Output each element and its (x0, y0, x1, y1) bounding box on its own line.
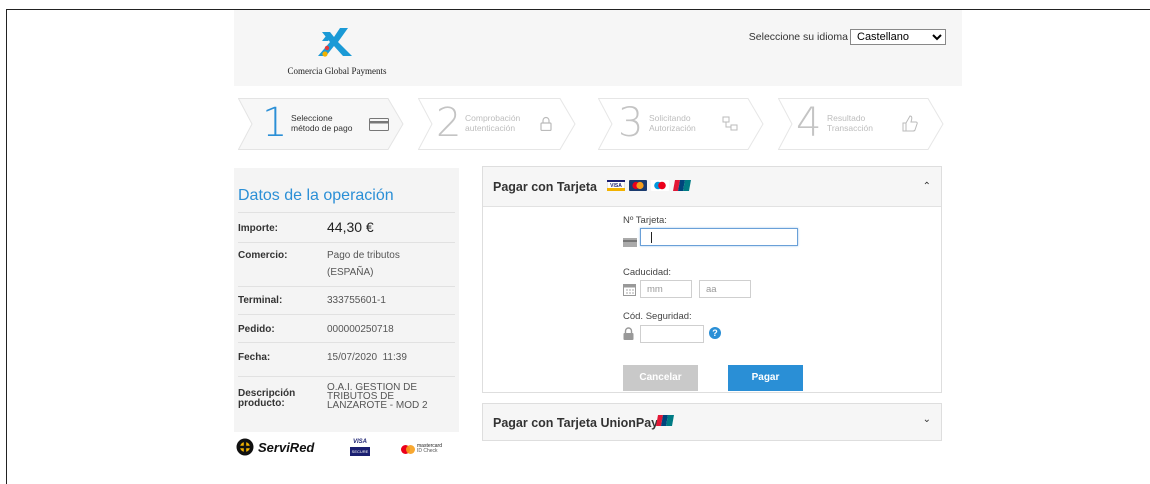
servired-icon (236, 438, 254, 456)
row-order: Pedido: 000000250718 (238, 314, 455, 342)
row-value: 000000250718 (327, 324, 394, 335)
operation-title: Datos de la operación (238, 187, 394, 204)
card-payment-title: Pagar con Tarjeta (493, 180, 597, 194)
unionpay-panel[interactable]: Pagar con Tarjeta UnionPay ⌄ (482, 403, 942, 441)
cancel-button[interactable]: Cancelar (623, 365, 698, 391)
step-label-line1: Solicitando (649, 113, 691, 123)
step-number: 1 (262, 100, 288, 146)
row-merchant: Comercio: Pago de tributos (ESPAÑA) (238, 242, 455, 286)
expiry-label: Caducidad: (623, 267, 672, 278)
step-number: 4 (796, 100, 822, 146)
step-label-line2: método de pago (291, 123, 353, 133)
step-3: 3 Solicitando Autorización (598, 98, 764, 150)
operation-details: Datos de la operación Importe: 44,30 € C… (234, 168, 459, 432)
card-icon (369, 118, 389, 131)
chevron-down-icon[interactable]: ⌄ (923, 414, 931, 425)
visa-secure-logo: VISA SECURE (350, 439, 370, 456)
mastercard-icon (401, 444, 415, 454)
step-number: 3 (618, 100, 644, 146)
row-value: 44,30 € (327, 219, 374, 235)
row-label: Terminal: (238, 295, 283, 306)
row-amount: Importe: 44,30 € (238, 212, 455, 242)
year-placeholder: aa (706, 284, 717, 295)
mastercard-card-icon (629, 180, 647, 191)
mastercard-idcheck-logo: mastercard ID Check (401, 444, 442, 454)
language-selector: Seleccione su idioma Castellano (749, 29, 946, 45)
expiry-year-input[interactable]: aa (699, 280, 751, 298)
expiry-month-input[interactable]: mm (640, 280, 692, 298)
servired-logo: ServiRed (236, 438, 314, 456)
step-number: 2 (436, 100, 462, 146)
language-label: Seleccione su idioma (748, 31, 848, 43)
row-label: Comercio: (238, 250, 288, 261)
chevron-up-icon[interactable]: ⌃ (923, 181, 931, 192)
card-small-icon (623, 238, 637, 247)
thumbs-up-icon (902, 115, 918, 132)
step-label-line1: Comprobación (465, 113, 521, 123)
row-value-line: LANZAROTE - MOD 2 (327, 400, 428, 411)
calendar-icon (623, 284, 636, 296)
security-brands: ServiRed VISA SECURE mastercard ID Check (236, 436, 461, 476)
header: Comercia Global Payments Seleccione su i… (234, 10, 962, 86)
cvv-input[interactable] (640, 325, 704, 343)
row-label: Fecha: (238, 352, 271, 363)
step-label-line2: Transacción (827, 123, 873, 133)
step-4: 4 Resultado Transacción (778, 98, 944, 150)
step-2: 2 Comprobación autenticación (418, 98, 576, 150)
unionpay-card-icon (673, 180, 691, 191)
row-label: Pedido: (238, 324, 275, 335)
step-label-line2: autenticación (465, 123, 516, 133)
network-icon (722, 116, 738, 131)
mastercard-sub: ID Check (417, 448, 438, 454)
visa-card-icon: VISA (607, 180, 625, 191)
card-number-label: Nº Tarjeta: (623, 215, 667, 226)
unionpay-card-icon (656, 415, 674, 426)
row-value-line: (ESPAÑA) (327, 267, 374, 278)
card-payment-panel: Pagar con Tarjeta VISA ⌃ Nº Tarjeta: Cad… (482, 166, 942, 393)
visa-text: VISA (352, 439, 367, 445)
row-terminal: Terminal: 333755601-1 (238, 286, 455, 314)
brand-caption: Comercia Global Payments (287, 66, 387, 76)
cvv-label: Cód. Seguridad: (623, 311, 692, 322)
row-label-line: producto: (238, 398, 285, 409)
maestro-card-icon (651, 180, 669, 191)
caixabank-logo: Comercia Global Payments (282, 24, 392, 82)
unionpay-title: Pagar con Tarjeta UnionPay (493, 416, 659, 430)
month-placeholder: mm (647, 284, 663, 295)
card-payment-header[interactable]: Pagar con Tarjeta VISA ⌃ (483, 167, 941, 207)
row-date: Fecha: 15/07/2020 11:39 (238, 342, 455, 376)
pay-button[interactable]: Pagar (728, 365, 803, 391)
language-select[interactable]: Castellano (850, 29, 946, 45)
accepted-cards: VISA (607, 180, 691, 191)
row-value-line: Pago de tributos (327, 250, 400, 261)
row-label: Importe: (238, 223, 278, 234)
lock-icon (540, 116, 552, 131)
card-number-input[interactable] (640, 228, 798, 246)
row-value: 333755601-1 (327, 295, 386, 306)
help-icon[interactable]: ? (709, 327, 721, 339)
progress-steps: 1 Seleccione método de pago 2 Comprobació… (234, 98, 962, 150)
row-description: Descripción producto: O.A.I. GESTION DE … (238, 376, 455, 432)
star-logo-icon (318, 28, 352, 57)
visa-sub: SECURE (350, 447, 370, 456)
svg-text:?: ? (712, 328, 718, 338)
row-value: 15/07/2020 11:39 (327, 352, 407, 363)
step-label-line1: Resultado (827, 113, 866, 123)
text-caret (651, 232, 652, 243)
servired-text: ServiRed (258, 439, 315, 455)
step-label-line1: Seleccione (291, 113, 333, 123)
payment-page: Comercia Global Payments Seleccione su i… (234, 10, 962, 484)
step-label-line2: Autorización (649, 123, 696, 133)
lock-icon (623, 327, 634, 340)
step-1: 1 Seleccione método de pago (238, 98, 404, 150)
svg-text:VISA: VISA (610, 183, 622, 189)
